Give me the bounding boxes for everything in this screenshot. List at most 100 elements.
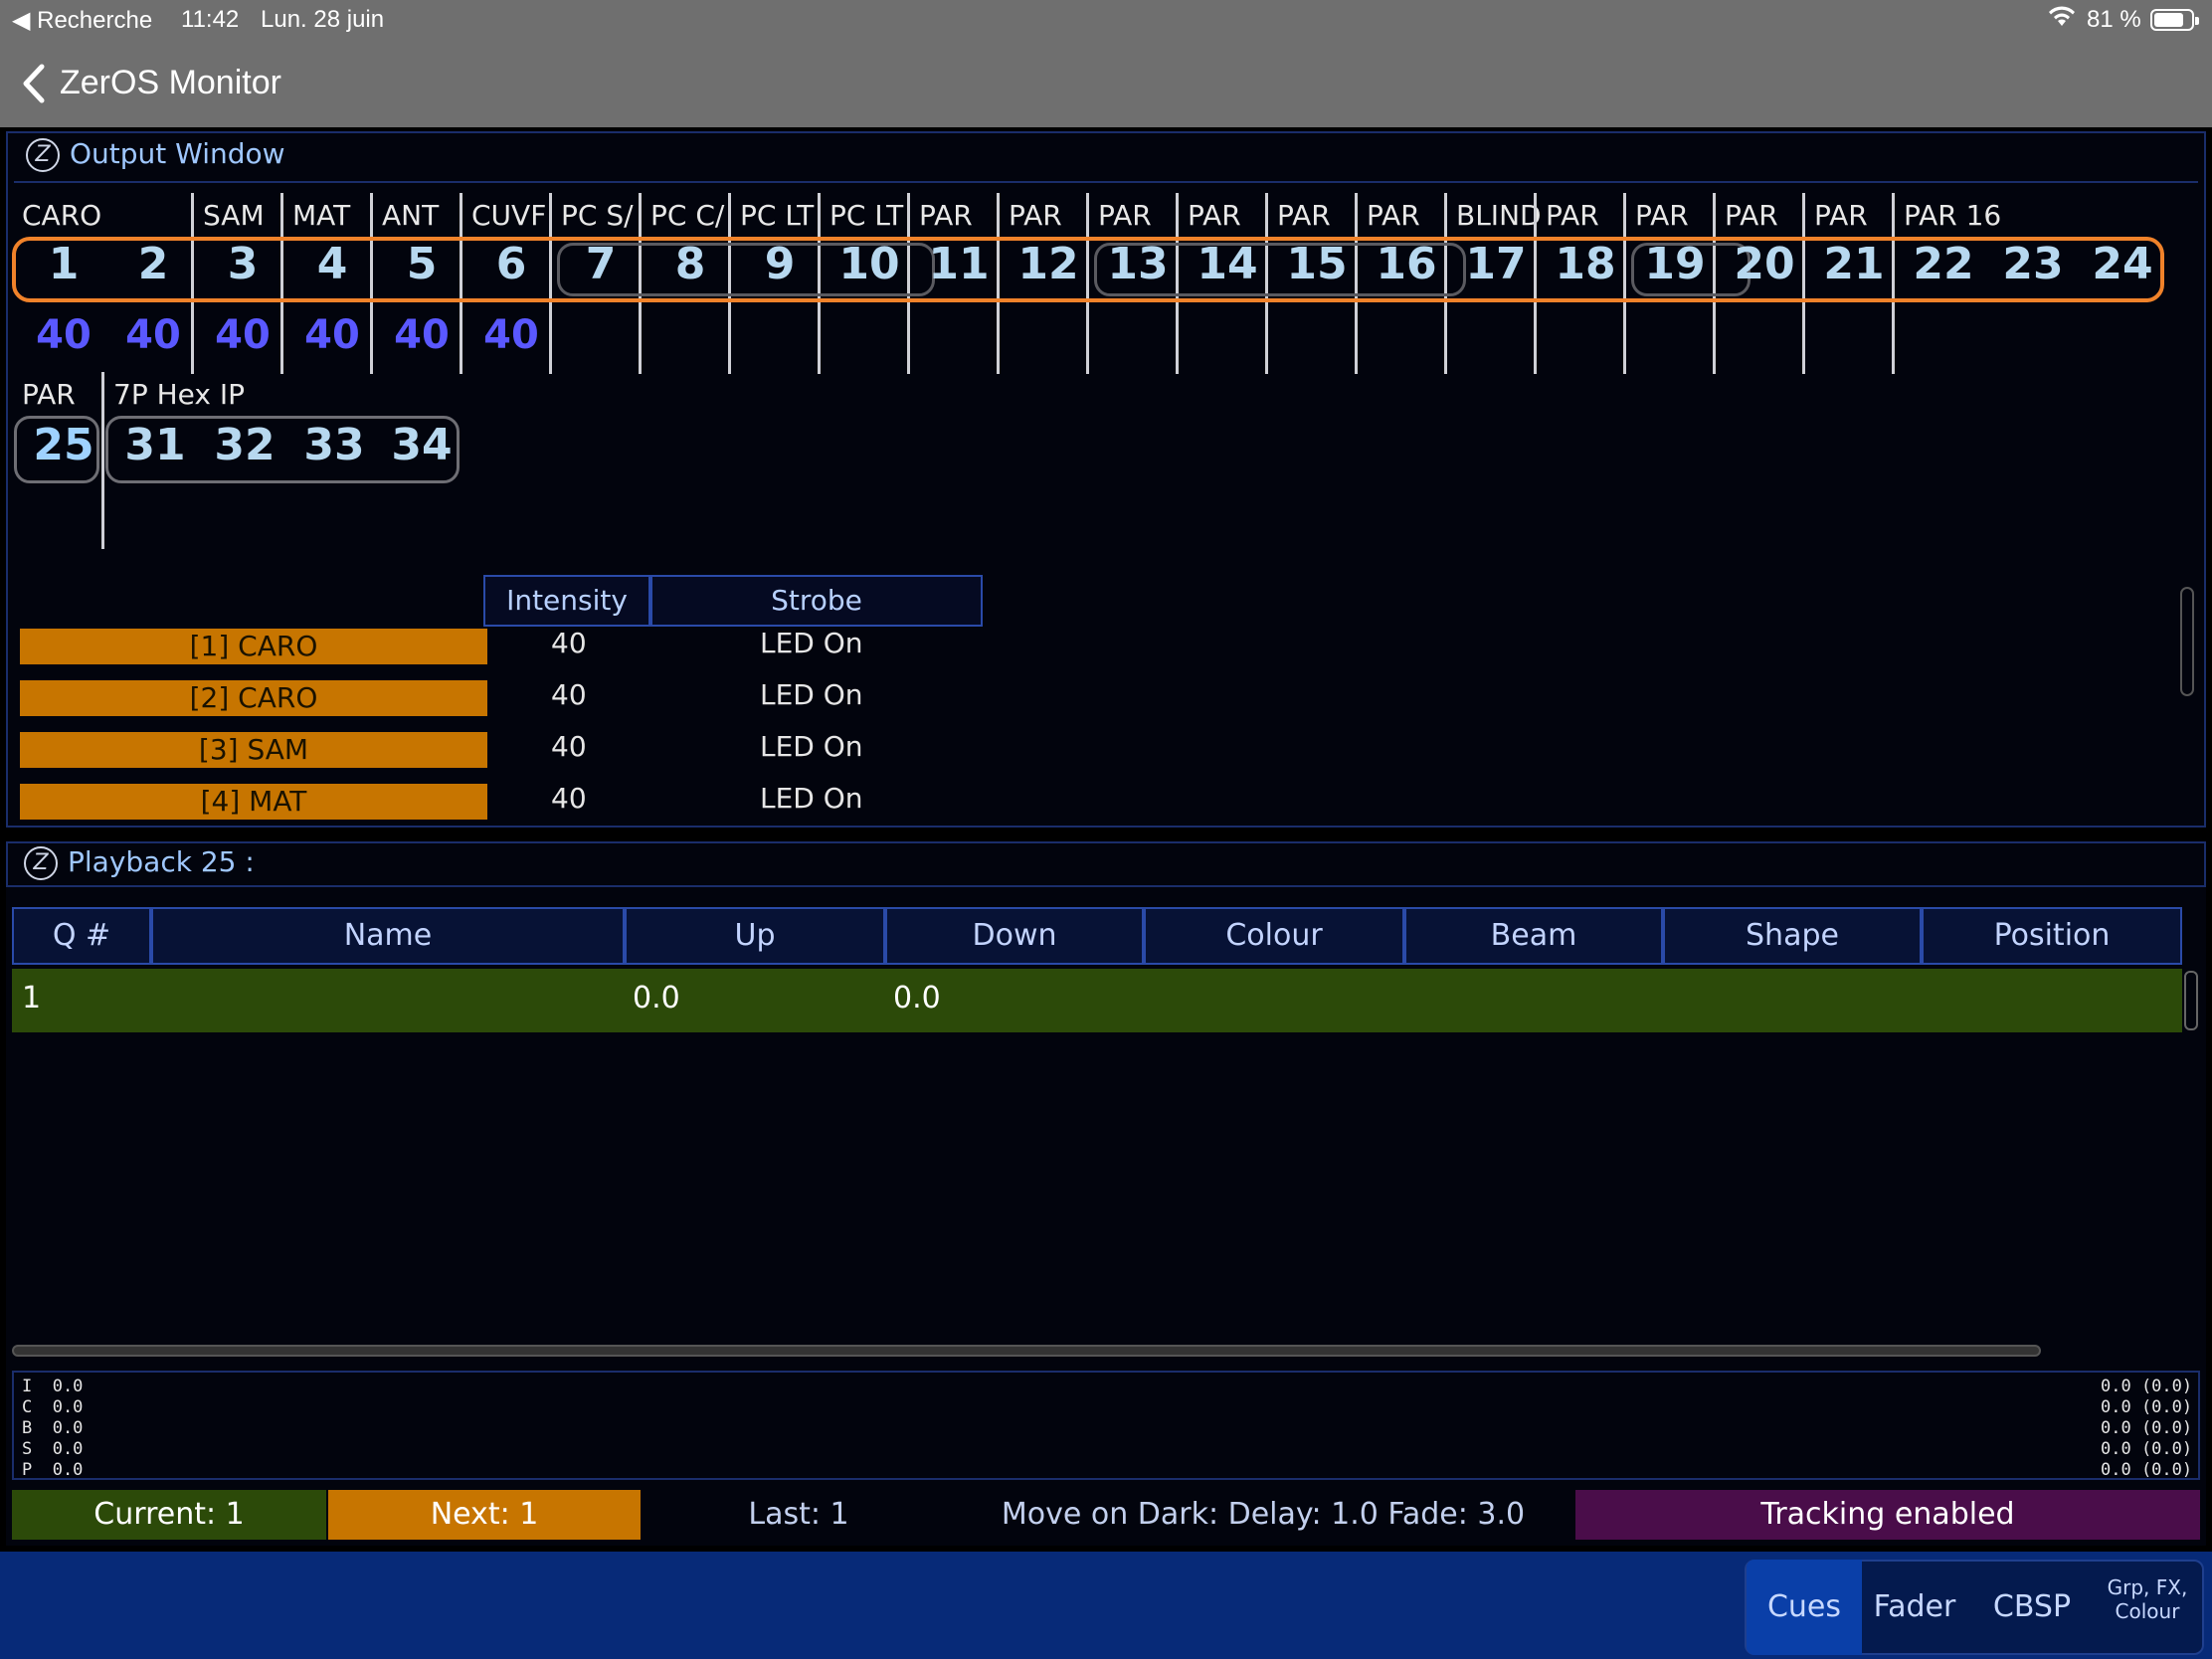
strobe-cell[interactable]: LED On bbox=[760, 730, 863, 763]
column-header-position[interactable]: Position bbox=[1922, 907, 2182, 965]
tracking-status: Tracking enabled bbox=[1575, 1490, 2200, 1540]
level-line: C 0.0 bbox=[22, 1397, 84, 1417]
fixture-label: PAR bbox=[1546, 199, 1599, 232]
vertical-scrollbar[interactable] bbox=[2180, 587, 2194, 696]
intensity-cell[interactable]: 40 bbox=[551, 627, 587, 659]
fixture-number[interactable]: 6 bbox=[467, 239, 555, 289]
fixture-number[interactable]: 4 bbox=[288, 239, 376, 289]
fixture-row[interactable]: [1] CARO bbox=[20, 629, 487, 664]
fixture-label: PAR 16 bbox=[1904, 199, 2002, 232]
level-line: P 0.0 bbox=[22, 1460, 84, 1480]
zeros-logo-icon: Z bbox=[24, 846, 58, 880]
output-window-title: Output Window bbox=[70, 137, 285, 170]
strobe-header[interactable]: Strobe bbox=[650, 575, 983, 627]
fixture-number[interactable]: 1 bbox=[20, 239, 107, 289]
fixture-label: SAM bbox=[203, 199, 265, 232]
fixture-number[interactable]: 7 bbox=[557, 239, 645, 289]
fixture-number[interactable]: 21 bbox=[1810, 239, 1898, 289]
table-row[interactable] bbox=[12, 969, 2182, 1032]
strobe-cell[interactable]: LED On bbox=[760, 782, 863, 815]
playback-title-wrap: Z Playback 25 : bbox=[24, 845, 255, 880]
playback-window-title: Playback 25 : bbox=[68, 845, 255, 878]
fixture-number[interactable]: 13 bbox=[1094, 239, 1182, 289]
intensity-cell[interactable]: 40 bbox=[551, 730, 587, 763]
navigation-bar: ZerOS Monitor bbox=[0, 40, 2212, 127]
ios-status-bar: ◀ Recherche 11:42 Lun. 28 juin 81 % bbox=[0, 0, 2212, 40]
fixture-row[interactable]: [2] CARO bbox=[20, 680, 487, 716]
tab-cbsp[interactable]: CBSP bbox=[1977, 1560, 2087, 1655]
tab-fader[interactable]: Fader bbox=[1862, 1560, 1967, 1655]
column-header-colour[interactable]: Colour bbox=[1144, 907, 1404, 965]
fixture-number[interactable]: 19 bbox=[1631, 239, 1719, 289]
column-header-shape[interactable]: Shape bbox=[1663, 907, 1922, 965]
cue-up-time[interactable]: 0.0 bbox=[633, 981, 680, 1015]
fixture-label: PC C/ bbox=[650, 199, 725, 232]
level-line: S 0.0 bbox=[22, 1439, 84, 1459]
playback-title-bar bbox=[6, 841, 2206, 887]
fixture-label: PAR bbox=[1098, 199, 1152, 232]
fixture-number[interactable]: 32 bbox=[201, 420, 288, 470]
column-header-up[interactable]: Up bbox=[625, 907, 885, 965]
fixture-number[interactable]: 8 bbox=[646, 239, 734, 289]
fixture-number[interactable]: 3 bbox=[199, 239, 286, 289]
level-line: B 0.0 bbox=[22, 1418, 84, 1438]
fixture-label: CUVF bbox=[471, 199, 547, 232]
fixture-number[interactable]: 22 bbox=[1900, 239, 1987, 289]
fixture-number[interactable]: 17 bbox=[1452, 239, 1540, 289]
fixture-number[interactable]: 5 bbox=[378, 239, 465, 289]
fixture-number[interactable]: 18 bbox=[1542, 239, 1629, 289]
fixture-number[interactable]: 34 bbox=[378, 420, 465, 470]
current-cue-status: Current: 1 bbox=[12, 1490, 326, 1540]
intensity-cell[interactable]: 40 bbox=[551, 782, 587, 815]
tab-grp-line2: Colour bbox=[2115, 1599, 2180, 1623]
fixture-row[interactable]: [3] SAM bbox=[20, 732, 487, 768]
status-time: 11:42 bbox=[181, 6, 240, 33]
title-divider bbox=[14, 181, 2198, 183]
fixture-number[interactable]: 12 bbox=[1005, 239, 1092, 289]
fixture-number[interactable]: 15 bbox=[1273, 239, 1361, 289]
fixture-label: MAT bbox=[292, 199, 351, 232]
column-header-down[interactable]: Down bbox=[885, 907, 1144, 965]
tab-cues[interactable]: Cues bbox=[1747, 1560, 1862, 1655]
fixture-label: ANT bbox=[382, 199, 440, 232]
fixture-number[interactable]: 25 bbox=[20, 420, 107, 470]
intensity-header[interactable]: Intensity bbox=[483, 575, 650, 627]
horizontal-scrollbar[interactable] bbox=[12, 1345, 2041, 1357]
fixture-label: PAR bbox=[1277, 199, 1331, 232]
back-to-app-link[interactable]: ◀ Recherche bbox=[12, 6, 152, 35]
chevron-left-icon bbox=[23, 64, 45, 103]
cue-number: 1 bbox=[22, 981, 42, 1015]
fixture-number[interactable]: 24 bbox=[2079, 239, 2166, 289]
fixture-label: PAR bbox=[1367, 199, 1420, 232]
fixture-number[interactable]: 33 bbox=[290, 420, 378, 470]
column-header-name[interactable]: Name bbox=[151, 907, 625, 965]
strobe-cell[interactable]: LED On bbox=[760, 678, 863, 711]
column-header-q-number[interactable]: Q # bbox=[12, 907, 151, 965]
fixture-number[interactable]: 16 bbox=[1363, 239, 1450, 289]
tab-grp-fx-colour[interactable]: Grp, FX, Colour bbox=[2093, 1575, 2202, 1623]
battery-percent: 81 % bbox=[2087, 6, 2141, 33]
column-header-beam[interactable]: Beam bbox=[1404, 907, 1663, 965]
fixture-number[interactable]: 11 bbox=[915, 239, 1003, 289]
fixture-number[interactable]: 10 bbox=[826, 239, 913, 289]
cue-down-time[interactable]: 0.0 bbox=[893, 981, 941, 1015]
fixture-number[interactable]: 23 bbox=[1989, 239, 2077, 289]
fixture-label: PAR bbox=[1635, 199, 1689, 232]
fixture-number[interactable]: 9 bbox=[736, 239, 824, 289]
cue-list-scrollbar[interactable] bbox=[2184, 971, 2198, 1030]
back-button[interactable]: ZerOS Monitor bbox=[20, 60, 318, 107]
fixture-row[interactable]: [4] MAT bbox=[20, 784, 487, 820]
status-date: Lun. 28 juin bbox=[261, 6, 385, 33]
fixture-number[interactable]: 20 bbox=[1721, 239, 1808, 289]
fixture-label: BLIND bbox=[1456, 199, 1540, 232]
fixture-number[interactable]: 14 bbox=[1184, 239, 1271, 289]
fixture-label: PAR bbox=[1188, 199, 1241, 232]
intensity-cell[interactable]: 40 bbox=[551, 678, 587, 711]
fixture-number[interactable]: 31 bbox=[111, 420, 199, 470]
fixture-intensity-value: 40 bbox=[394, 312, 450, 358]
fixture-number[interactable]: 2 bbox=[109, 239, 197, 289]
output-window-title-bar: Z Output Window bbox=[26, 137, 285, 172]
fixture-intensity-value: 40 bbox=[304, 312, 360, 358]
fixture-label: 7P Hex IP bbox=[113, 378, 246, 411]
strobe-cell[interactable]: LED On bbox=[760, 627, 863, 659]
